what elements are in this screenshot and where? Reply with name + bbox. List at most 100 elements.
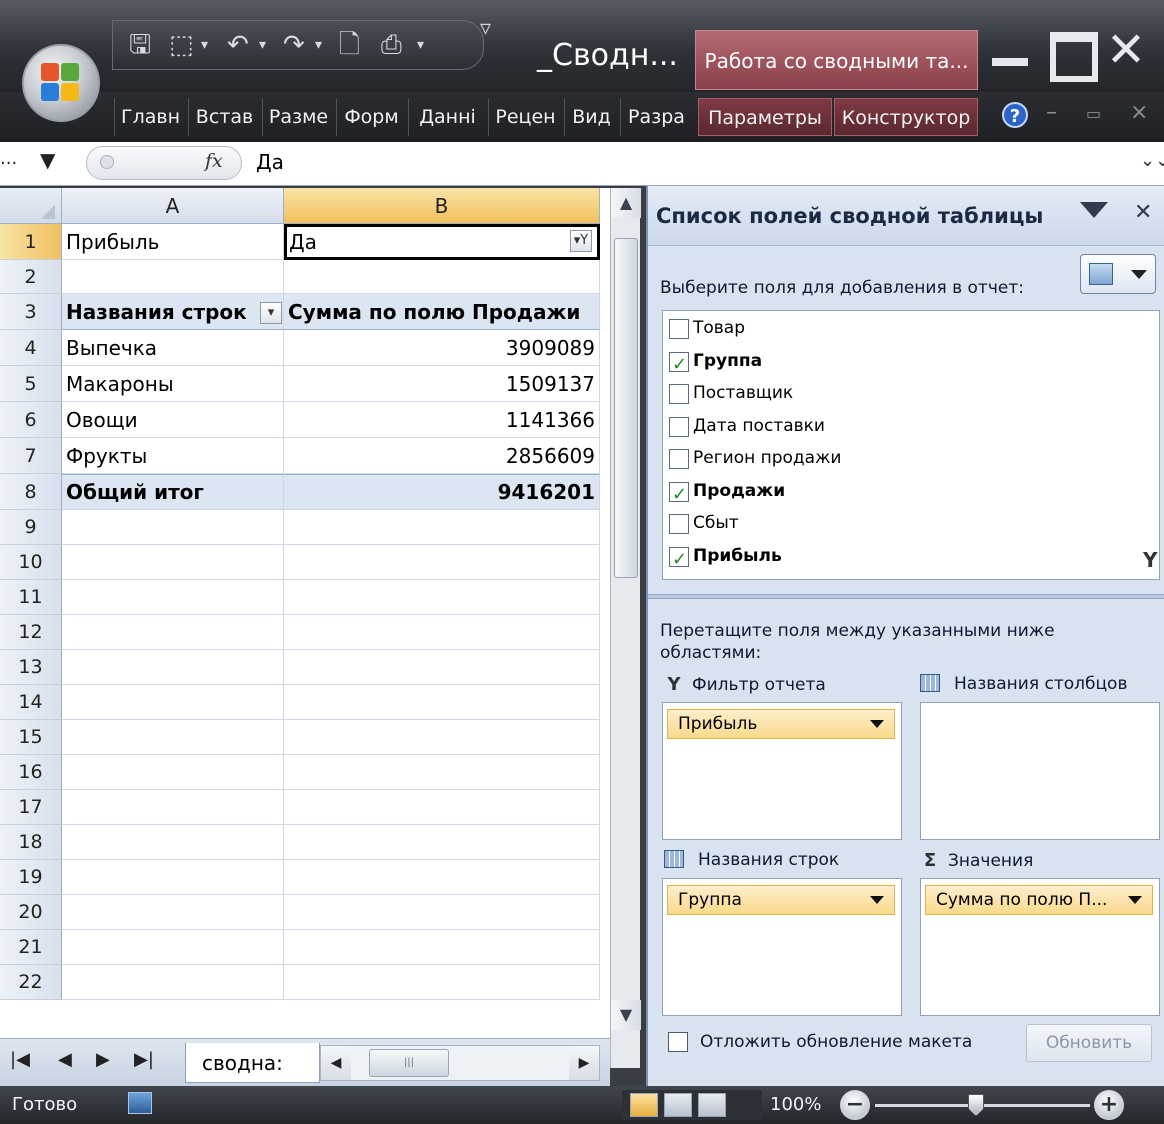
report-filter-dropdown-icon[interactable]: ▾Y <box>570 230 592 252</box>
field-checkbox[interactable] <box>669 514 689 534</box>
macro-record-icon[interactable] <box>128 1092 152 1114</box>
next-sheet-icon[interactable]: ▶ <box>96 1049 110 1070</box>
zoom-level[interactable]: 100% <box>770 1094 821 1115</box>
row-header[interactable]: 2 <box>0 260 62 294</box>
workbook-restore-icon[interactable]: ▭ <box>1086 104 1101 123</box>
zoom-in-button[interactable]: + <box>1094 1090 1124 1120</box>
empty-cell[interactable] <box>62 685 284 720</box>
page-layout-view-button[interactable] <box>664 1093 692 1117</box>
tab-data[interactable]: Данні <box>408 98 486 136</box>
row-header[interactable]: 14 <box>0 685 62 720</box>
hscroll-thumb[interactable]: ||| <box>369 1049 449 1077</box>
undo-dropdown-icon[interactable]: ▾ <box>259 29 266 61</box>
column-labels-area[interactable] <box>920 702 1160 840</box>
row-header[interactable]: 19 <box>0 860 62 895</box>
empty-cell[interactable] <box>62 580 284 615</box>
field-item[interactable]: Продажи <box>667 476 1147 510</box>
row-field-chip[interactable]: Группа <box>667 885 895 915</box>
field-checkbox[interactable] <box>669 545 689 575</box>
grand-total-value[interactable]: 9416201 <box>284 474 600 510</box>
scroll-up-icon[interactable]: ▲ <box>611 188 641 218</box>
zoom-out-button[interactable]: − <box>840 1090 870 1120</box>
form-icon[interactable]: ⬚ <box>169 29 194 61</box>
row-header[interactable]: 11 <box>0 580 62 615</box>
pivot-item-value[interactable]: 1509137 <box>284 366 600 402</box>
field-item[interactable]: Регион продажи <box>667 443 1147 473</box>
row-header[interactable]: 7 <box>0 438 62 474</box>
pivot-values-header[interactable]: Сумма по полю Продажи <box>284 294 600 330</box>
cell-b2[interactable] <box>284 260 600 294</box>
pivot-item-label[interactable]: Овощи <box>62 402 284 438</box>
redo-icon[interactable]: ↷ <box>283 29 305 61</box>
prev-sheet-icon[interactable]: ◀ <box>58 1049 72 1070</box>
column-header-b[interactable]: B <box>284 188 600 224</box>
cell-a1-filter-label[interactable]: Прибыль <box>62 224 284 260</box>
field-item[interactable]: Поставщик <box>667 378 1147 408</box>
empty-cell[interactable] <box>62 545 284 580</box>
empty-cell[interactable] <box>62 615 284 650</box>
field-checkbox[interactable] <box>669 384 689 404</box>
empty-cell[interactable] <box>62 965 284 1000</box>
field-checkbox[interactable] <box>669 416 689 437</box>
update-button[interactable]: Обновить <box>1026 1024 1152 1062</box>
row-header[interactable]: 8 <box>0 474 62 510</box>
field-item[interactable]: Дата поставки <box>667 411 1147 441</box>
office-button[interactable] <box>22 44 100 122</box>
empty-cell[interactable] <box>284 720 600 755</box>
empty-cell[interactable] <box>62 755 284 790</box>
undo-icon[interactable]: ↶ <box>227 29 249 61</box>
row-header[interactable]: 1 <box>0 224 62 260</box>
tab-review[interactable]: Рецен <box>488 98 562 136</box>
row-header[interactable]: 20 <box>0 895 62 930</box>
empty-cell[interactable] <box>62 720 284 755</box>
empty-cell[interactable] <box>284 790 600 825</box>
empty-cell[interactable] <box>284 755 600 790</box>
maximize-button[interactable] <box>1040 22 1098 82</box>
pivot-item-label[interactable]: Выпечка <box>62 330 284 366</box>
values-field-chip[interactable]: Сумма по полю П... <box>925 885 1153 915</box>
workbook-close-icon[interactable]: × <box>1130 100 1148 125</box>
vertical-scrollbar[interactable]: ▲ ▼ <box>610 188 641 1068</box>
minimize-button[interactable] <box>982 22 1038 78</box>
scroll-thumb[interactable] <box>614 238 638 578</box>
chip-dropdown-icon[interactable] <box>870 720 884 728</box>
zoom-slider-handle[interactable] <box>968 1094 984 1116</box>
tab-home[interactable]: Главн <box>114 98 186 136</box>
name-box-dropdown-icon[interactable]: ▼ <box>40 148 55 172</box>
cell-b1-filter-value[interactable]: Да <box>284 224 600 260</box>
field-checkbox[interactable] <box>669 319 689 339</box>
empty-cell[interactable] <box>284 685 600 720</box>
row-header[interactable]: 9 <box>0 510 62 545</box>
panel-menu-dropdown-icon[interactable] <box>1080 202 1108 218</box>
field-item[interactable]: Прибыль Y <box>667 541 1157 575</box>
empty-cell[interactable] <box>284 650 600 685</box>
close-button[interactable]: ✕ <box>1098 22 1154 78</box>
workbook-minimize-icon[interactable]: – <box>1046 100 1057 125</box>
empty-cell[interactable] <box>62 825 284 860</box>
expand-formula-bar-icon[interactable]: ⌄⌄ <box>1140 150 1164 171</box>
filter-field-chip[interactable]: Прибыль <box>667 709 895 739</box>
formula-input[interactable]: Да <box>256 150 284 174</box>
field-item[interactable]: Сбыт <box>667 508 1147 538</box>
tab-pivot-options[interactable]: Параметры <box>698 98 832 136</box>
save-icon[interactable]: 🖫 <box>129 29 151 61</box>
tab-developer[interactable]: Разра <box>620 98 692 136</box>
last-sheet-icon[interactable]: ▶| <box>134 1049 154 1070</box>
row-header[interactable]: 22 <box>0 965 62 1000</box>
scroll-right-icon[interactable]: ▶ <box>569 1046 599 1080</box>
row-header[interactable]: 5 <box>0 366 62 402</box>
field-layout-button[interactable] <box>1080 254 1156 294</box>
pivot-item-label[interactable]: Макароны <box>62 366 284 402</box>
horizontal-scrollbar[interactable]: ◀ ||| ▶ <box>320 1045 600 1081</box>
empty-cell[interactable] <box>284 860 600 895</box>
empty-cell[interactable] <box>284 615 600 650</box>
empty-cell[interactable] <box>284 580 600 615</box>
grand-total-label[interactable]: Общий итог <box>62 474 284 510</box>
empty-cell[interactable] <box>62 650 284 685</box>
empty-cell[interactable] <box>284 545 600 580</box>
pivot-item-value[interactable]: 3909089 <box>284 330 600 366</box>
row-header[interactable]: 16 <box>0 755 62 790</box>
print-icon[interactable]: ⎙ <box>381 29 402 61</box>
empty-cell[interactable] <box>62 930 284 965</box>
panel-close-icon[interactable]: ✕ <box>1134 200 1152 225</box>
